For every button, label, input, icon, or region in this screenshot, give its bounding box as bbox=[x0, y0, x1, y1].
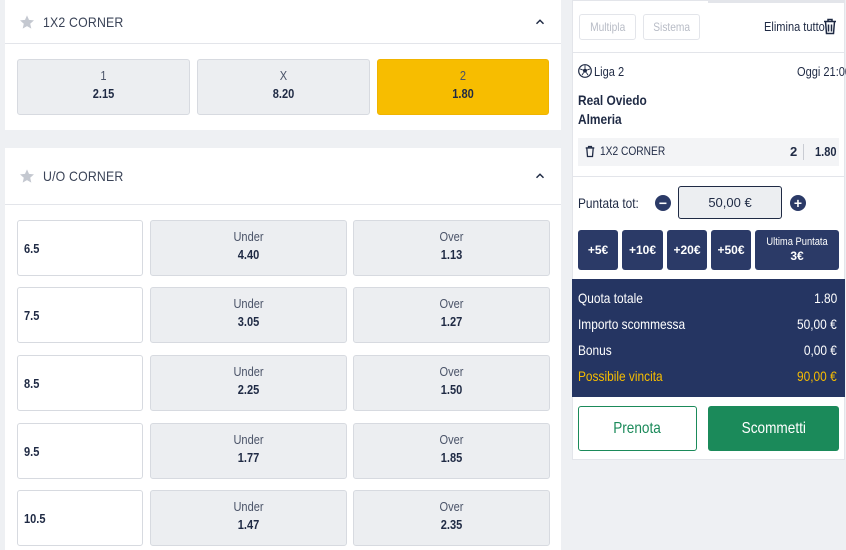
outcome-odd: 1.80 bbox=[452, 86, 474, 101]
last-stake-label: Ultima Puntata bbox=[766, 236, 828, 249]
summary-row-total-odds: Quota totale 1.80 bbox=[578, 290, 837, 306]
soccer-ball-icon bbox=[578, 64, 592, 78]
selection-market: 1X2 CORNER bbox=[600, 144, 666, 158]
over-label: Over bbox=[439, 229, 464, 244]
over-button[interactable]: Over 2.35 bbox=[353, 490, 550, 546]
star-icon[interactable] bbox=[19, 14, 35, 30]
under-button[interactable]: Under 4.40 bbox=[150, 220, 347, 276]
market-uo-header[interactable]: U/O CORNER bbox=[5, 148, 561, 205]
outcome-odd: 2.15 bbox=[92, 86, 115, 101]
last-stake-button[interactable]: Ultima Puntata 3€ bbox=[755, 230, 839, 270]
tab-sistema[interactable]: Sistema bbox=[643, 14, 700, 40]
last-stake-value: 3€ bbox=[790, 249, 804, 264]
trash-icon[interactable] bbox=[823, 18, 837, 35]
odd-button-1[interactable]: 1 2.15 bbox=[17, 59, 190, 115]
quick-stake-10[interactable]: +10€ bbox=[622, 230, 663, 270]
under-label: Under bbox=[233, 296, 264, 311]
summary-row-possible-win: Possibile vincita 90,00 € bbox=[578, 368, 837, 384]
outcome-odd: 8.20 bbox=[272, 86, 295, 101]
book-bet-button[interactable]: Prenota bbox=[578, 406, 697, 451]
event-time: Oggi 21:00 bbox=[797, 64, 846, 79]
selection-separator bbox=[803, 144, 804, 160]
outcome-label: 1 bbox=[100, 68, 107, 83]
outcome-label: 2 bbox=[459, 68, 467, 83]
under-label: Under bbox=[233, 364, 264, 379]
market-title: U/O CORNER bbox=[43, 168, 124, 184]
under-button[interactable]: Under 3.05 bbox=[150, 287, 347, 343]
over-label: Over bbox=[439, 499, 464, 514]
over-button[interactable]: Over 1.50 bbox=[353, 355, 550, 411]
slip-divider bbox=[572, 176, 845, 177]
over-odd: 2.35 bbox=[440, 517, 463, 532]
summary-row-bonus: Bonus 0,00 € bbox=[578, 342, 837, 358]
remove-selection-trash-icon[interactable] bbox=[585, 145, 595, 158]
outcome-label: X bbox=[279, 68, 288, 83]
line-value: 10.5 bbox=[17, 490, 143, 546]
chevron-up-icon[interactable] bbox=[533, 15, 547, 29]
odd-button-2-selected[interactable]: 2 1.80 bbox=[377, 59, 549, 115]
odd-button-x[interactable]: X 8.20 bbox=[197, 59, 370, 115]
over-odd: 1.13 bbox=[440, 247, 463, 262]
star-icon[interactable] bbox=[19, 168, 35, 184]
under-button[interactable]: Under 2.25 bbox=[150, 355, 347, 411]
under-odd: 2.25 bbox=[237, 382, 260, 397]
over-label: Over bbox=[439, 296, 464, 311]
summary-row-stake: Importo scommessa 50,00 € bbox=[578, 316, 837, 332]
line-value: 7.5 bbox=[17, 287, 143, 343]
quick-stake-50[interactable]: +50€ bbox=[711, 230, 751, 270]
home-team: Real Oviedo bbox=[578, 92, 647, 108]
slip-divider bbox=[572, 52, 845, 53]
slip-top-strip bbox=[708, 0, 845, 3]
over-odd: 1.85 bbox=[440, 450, 463, 465]
under-odd: 4.40 bbox=[237, 247, 260, 262]
quick-stake-20[interactable]: +20€ bbox=[667, 230, 707, 270]
under-label: Under bbox=[233, 499, 264, 514]
decrease-stake-button[interactable]: − bbox=[655, 195, 671, 211]
league-name: Liga 2 bbox=[594, 64, 625, 79]
quick-stake-5[interactable]: +5€ bbox=[578, 230, 618, 270]
market-title: 1X2 CORNER bbox=[43, 13, 124, 30]
over-odd: 1.50 bbox=[440, 382, 463, 397]
over-label: Over bbox=[439, 364, 464, 379]
stake-label: Puntata tot: bbox=[578, 195, 639, 211]
over-button[interactable]: Over 1.85 bbox=[353, 423, 550, 479]
selection-outcome: 2 bbox=[790, 144, 798, 159]
under-odd: 1.47 bbox=[237, 517, 260, 532]
tab-multipla[interactable]: Multipla bbox=[579, 14, 636, 40]
selection-odd: 1.80 bbox=[815, 144, 837, 159]
over-button[interactable]: Over 1.13 bbox=[353, 220, 550, 276]
place-bet-button[interactable]: Scommetti bbox=[708, 406, 839, 451]
under-label: Under bbox=[233, 229, 264, 244]
away-team: Almeria bbox=[578, 111, 622, 127]
over-odd: 1.27 bbox=[440, 314, 463, 329]
under-button[interactable]: Under 1.77 bbox=[150, 423, 347, 479]
line-value: 6.5 bbox=[17, 220, 143, 276]
under-odd: 1.77 bbox=[237, 450, 260, 465]
chevron-up-icon[interactable] bbox=[533, 169, 547, 183]
bet-summary: Quota totale 1.80 Importo scommessa 50,00 … bbox=[572, 279, 845, 397]
increase-stake-button[interactable]: + bbox=[790, 195, 806, 211]
over-label: Over bbox=[439, 432, 464, 447]
stake-input[interactable] bbox=[678, 186, 782, 219]
line-value: 8.5 bbox=[17, 355, 143, 411]
under-label: Under bbox=[233, 432, 264, 447]
line-value: 9.5 bbox=[17, 423, 143, 479]
under-button[interactable]: Under 1.47 bbox=[150, 490, 347, 546]
under-odd: 3.05 bbox=[237, 314, 260, 329]
market-1x2-header[interactable]: 1X2 CORNER bbox=[5, 0, 561, 44]
over-button[interactable]: Over 1.27 bbox=[353, 287, 550, 343]
